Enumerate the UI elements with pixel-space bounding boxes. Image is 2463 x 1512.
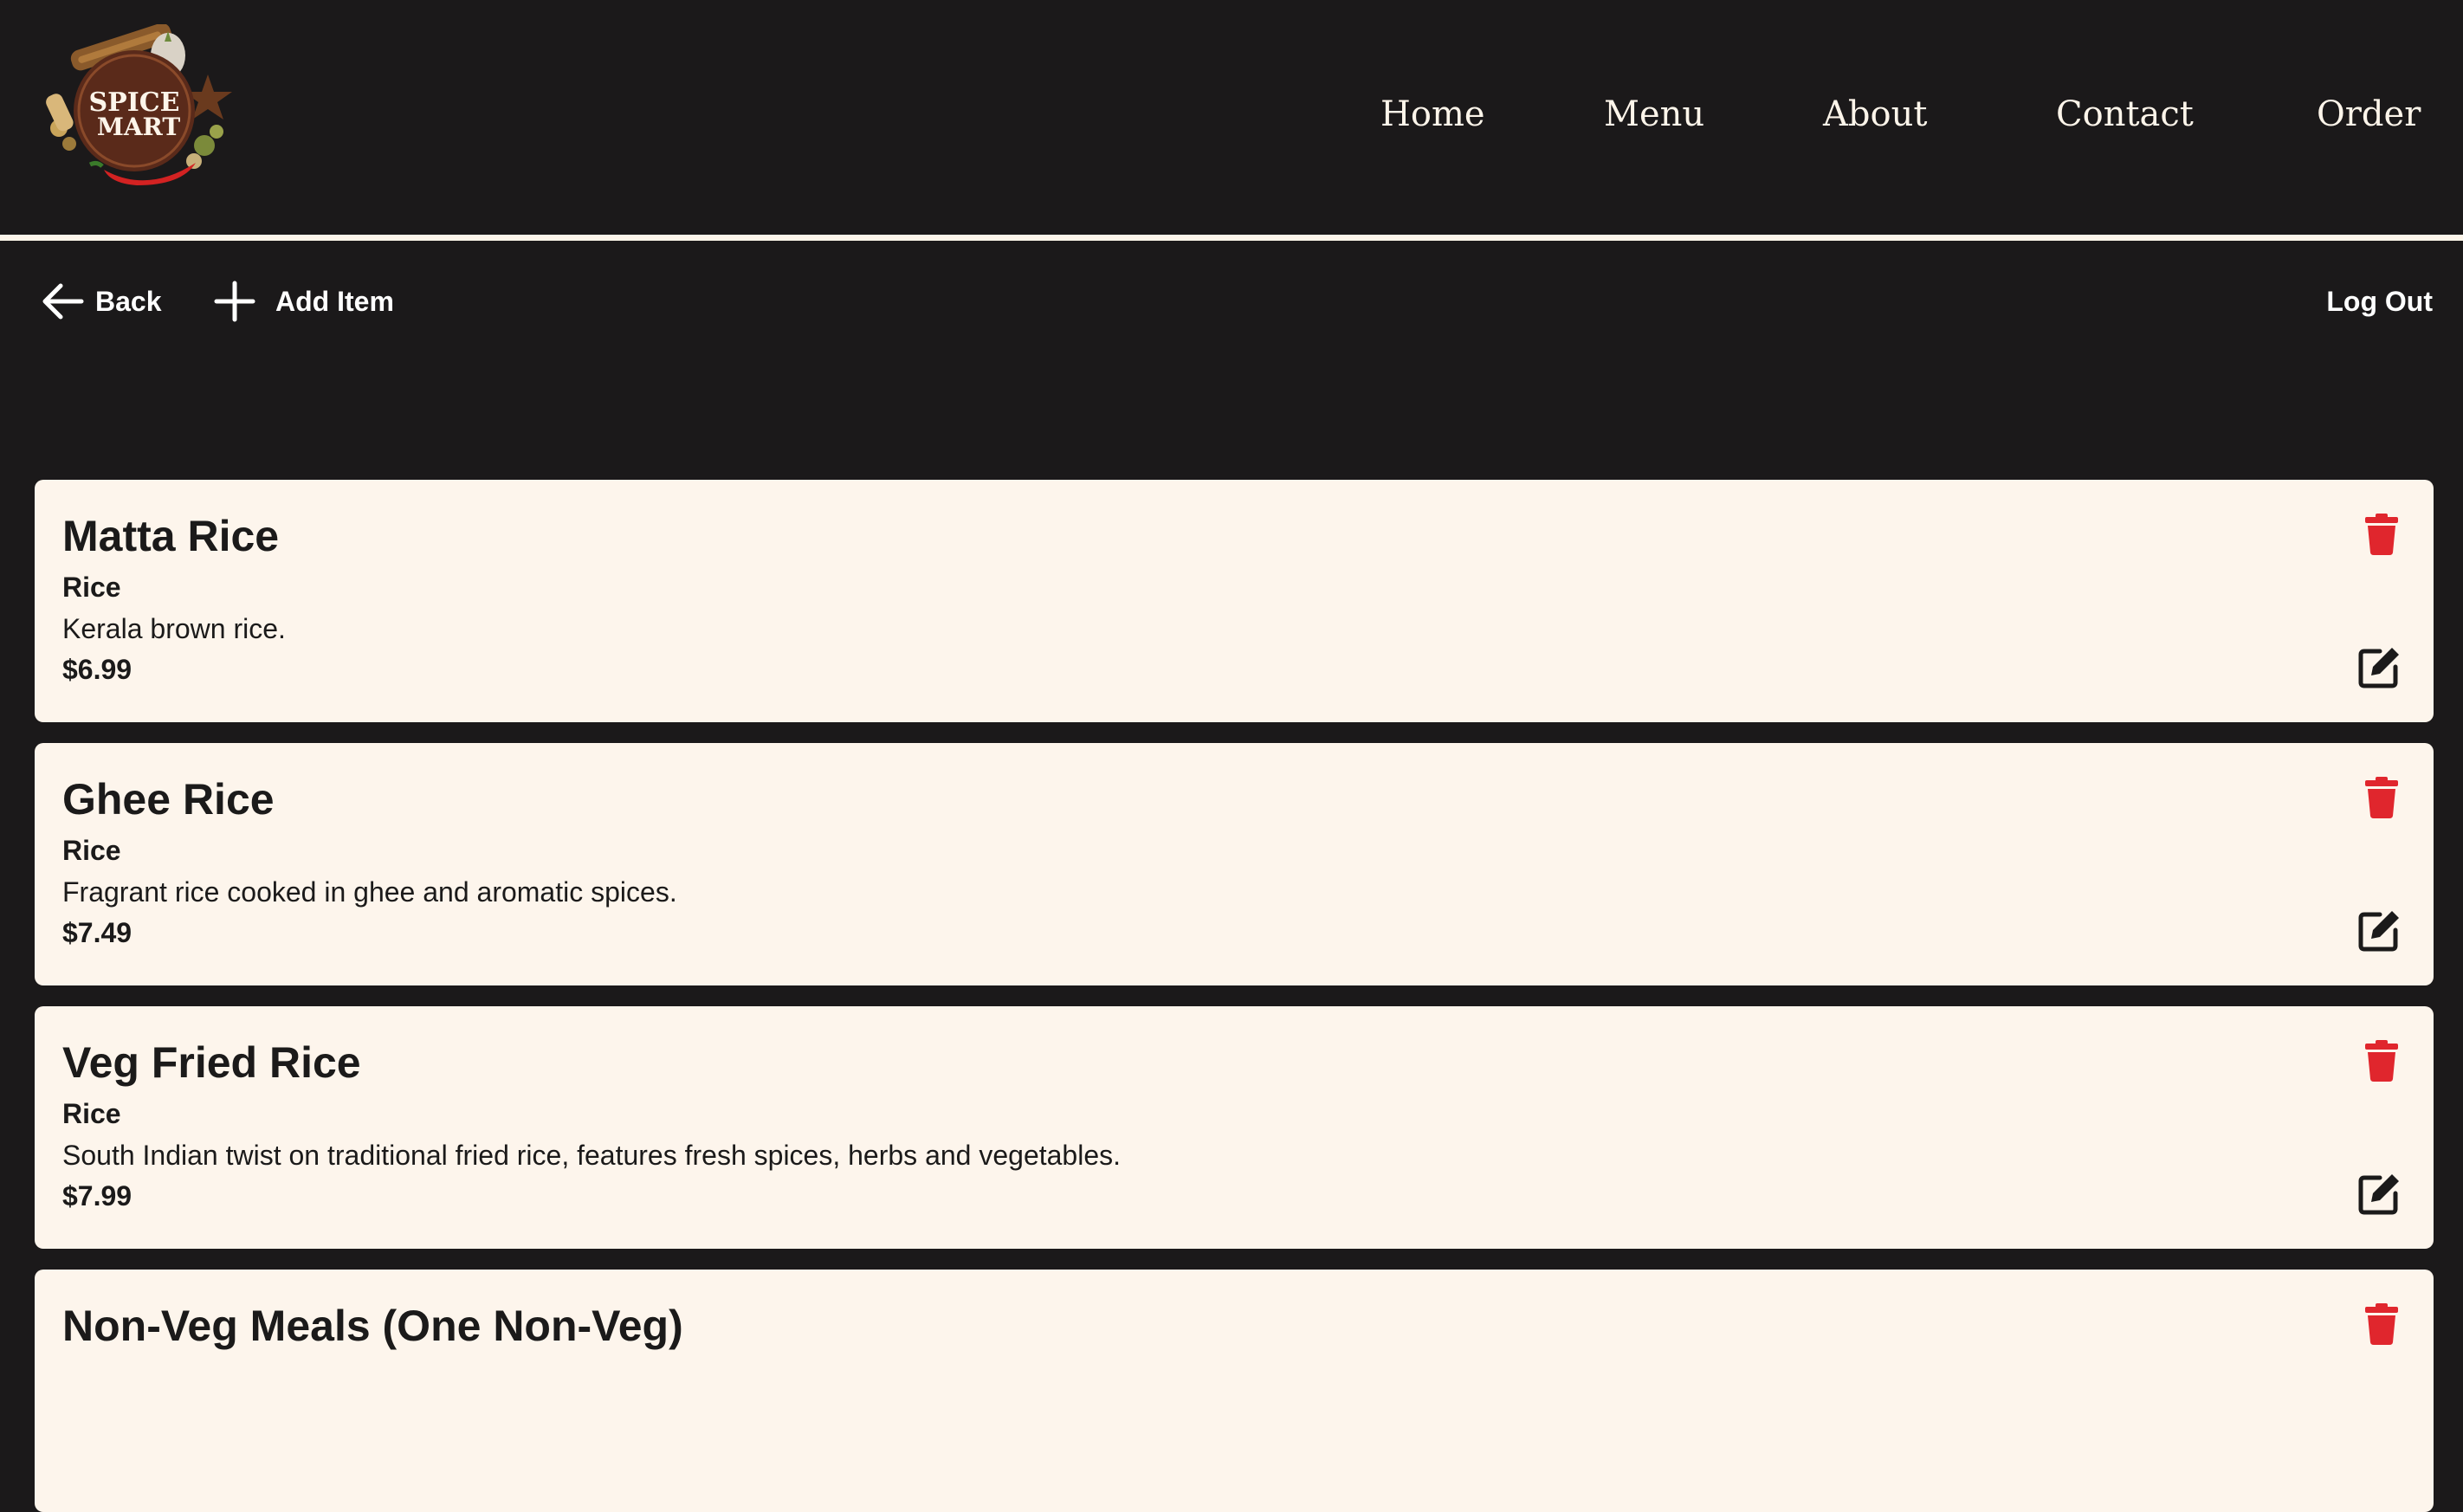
trash-icon	[2365, 777, 2398, 818]
item-name: Non-Veg Meals (One Non-Veg)	[62, 1302, 683, 1350]
item-category: Rice	[62, 835, 121, 866]
delete-item-button[interactable]	[2364, 1039, 2399, 1082]
header-divider	[0, 235, 2463, 241]
item-description: Kerala brown rice.	[62, 613, 286, 644]
edit-item-button[interactable]	[2357, 644, 2402, 689]
trash-icon	[2365, 514, 2398, 555]
item-price: $7.99	[62, 1180, 133, 1212]
trash-icon	[2365, 1303, 2398, 1345]
edit-icon	[2358, 648, 2399, 688]
menu-item-card: Matta Rice Rice Kerala brown rice. $6.99	[35, 480, 2434, 722]
item-description: South Indian twist on traditional fried …	[62, 1140, 1122, 1171]
delete-item-button[interactable]	[2364, 1302, 2399, 1346]
add-item-button[interactable]: Add Item	[213, 275, 394, 327]
item-category: Rice	[62, 572, 121, 603]
menu-item-card: Veg Fried Rice Rice South Indian twist o…	[35, 1006, 2434, 1249]
edit-icon	[2358, 911, 2399, 952]
item-name: Matta Rice	[62, 512, 280, 560]
delete-item-button[interactable]	[2364, 776, 2399, 819]
arrow-left-icon	[42, 283, 84, 320]
nav-order-link[interactable]: Order	[2317, 87, 2421, 142]
edit-item-button[interactable]	[2357, 908, 2402, 953]
nav-menu-link[interactable]: Menu	[1604, 87, 1704, 142]
nav-about-link[interactable]: About	[1823, 87, 1927, 142]
item-name: Veg Fried Rice	[62, 1038, 361, 1087]
edit-icon	[2358, 1174, 2399, 1215]
item-description: Fragrant rice cooked in ghee and aromati…	[62, 876, 677, 908]
main-nav: Home Menu About Contact Order	[0, 87, 2463, 147]
add-item-button-label: Add Item	[275, 285, 394, 317]
edit-item-button[interactable]	[2357, 1171, 2402, 1216]
back-button[interactable]: Back	[40, 275, 162, 327]
menu-item-card: Ghee Rice Rice Fragrant rice cooked in g…	[35, 743, 2434, 985]
delete-item-button[interactable]	[2364, 513, 2399, 556]
nav-contact-link[interactable]: Contact	[2056, 87, 2194, 142]
item-price: $6.99	[62, 654, 133, 685]
back-button-label: Back	[95, 285, 162, 317]
plus-icon	[214, 281, 255, 322]
menu-item-card: Non-Veg Meals (One Non-Veg)	[35, 1270, 2434, 1512]
logout-button[interactable]: Log Out	[2326, 275, 2433, 327]
trash-icon	[2365, 1040, 2398, 1082]
item-category: Rice	[62, 1098, 121, 1129]
item-name: Ghee Rice	[62, 775, 275, 824]
item-price: $7.49	[62, 917, 133, 948]
site-header: SPICE MART Home Menu About Contact Order	[0, 0, 2463, 236]
logout-button-label: Log Out	[2326, 285, 2433, 317]
nav-home-link[interactable]: Home	[1380, 87, 1485, 142]
